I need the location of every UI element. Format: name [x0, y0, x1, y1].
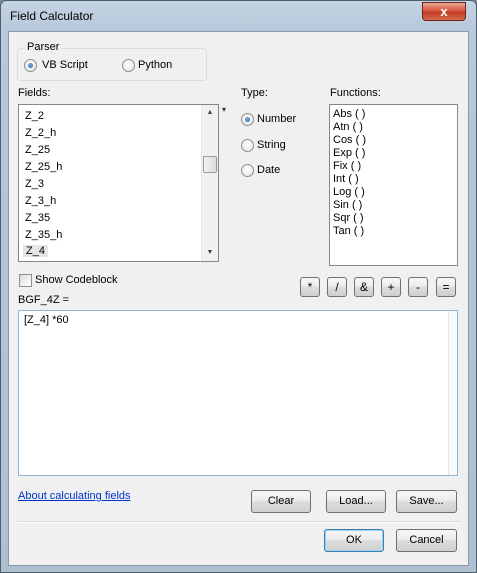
vbscript-radio[interactable]: [24, 59, 37, 72]
list-item[interactable]: Z_2_h: [25, 127, 56, 139]
python-label[interactable]: Python: [138, 59, 172, 71]
scroll-down-arrow-icon[interactable]: ▼: [202, 245, 218, 261]
type-number-radio[interactable]: [241, 113, 254, 126]
fields-label: Fields:: [18, 87, 51, 99]
list-item[interactable]: Fix ( ): [333, 160, 361, 172]
list-item[interactable]: Tan ( ): [333, 225, 364, 237]
type-string-label[interactable]: String: [257, 139, 286, 151]
scroll-thumb[interactable]: [203, 156, 217, 173]
about-calculating-link[interactable]: About calculating fields: [18, 490, 131, 502]
ampersand-operator-button[interactable]: &: [354, 277, 374, 297]
divider: [18, 521, 459, 523]
list-item[interactable]: Atn ( ): [333, 121, 363, 133]
ok-button[interactable]: OK: [324, 529, 384, 552]
show-codeblock-checkbox[interactable]: [19, 274, 32, 287]
list-item[interactable]: Abs ( ): [333, 108, 365, 120]
python-radio[interactable]: [122, 59, 135, 72]
show-codeblock-label[interactable]: Show Codeblock: [35, 274, 118, 286]
load-button[interactable]: Load...: [326, 490, 386, 513]
expression-scrollbar[interactable]: [448, 311, 457, 475]
expression-textarea[interactable]: [Z_4] *60: [18, 310, 458, 476]
minus-operator-button[interactable]: -: [408, 277, 428, 297]
type-date-radio[interactable]: [241, 164, 254, 177]
expression-value[interactable]: [Z_4] *60: [24, 314, 69, 326]
list-item[interactable]: Sqr ( ): [333, 212, 364, 224]
scroll-up-arrow-icon[interactable]: ▲: [202, 105, 218, 121]
list-item[interactable]: Int ( ): [333, 173, 359, 185]
type-number-label[interactable]: Number: [257, 113, 296, 125]
list-item[interactable]: Cos ( ): [333, 134, 366, 146]
expression-label: BGF_4Z =: [18, 294, 70, 306]
functions-list[interactable]: Abs ( ) Atn ( ) Cos ( ) Exp ( ) Fix ( ) …: [329, 104, 458, 266]
divide-operator-button[interactable]: /: [327, 277, 347, 297]
list-item[interactable]: Exp ( ): [333, 147, 365, 159]
type-string-radio[interactable]: [241, 139, 254, 152]
fields-list[interactable]: Z_2 Z_2_h Z_25 Z_25_h Z_3 Z_3_h Z_35 Z_3…: [18, 104, 219, 262]
list-item[interactable]: Z_2: [25, 110, 44, 122]
list-item[interactable]: Log ( ): [333, 186, 365, 198]
list-item[interactable]: Sin ( ): [333, 199, 362, 211]
dialog-body: Parser VB Script Python Fields: Z_2 Z_2_…: [8, 31, 469, 566]
functions-label: Functions:: [330, 87, 381, 99]
title-bar[interactable]: Field Calculator x: [1, 1, 476, 31]
equals-operator-button[interactable]: =: [436, 277, 456, 297]
window-title: Field Calculator: [10, 9, 94, 23]
type-label: Type:: [241, 87, 268, 99]
plus-operator-button[interactable]: +: [381, 277, 401, 297]
close-button[interactable]: x: [422, 2, 466, 21]
clear-button[interactable]: Clear: [251, 490, 311, 513]
list-item[interactable]: Z_35_h: [25, 229, 62, 241]
field-calculator-window: Field Calculator x Parser VB Script Pyth…: [0, 0, 477, 573]
list-item[interactable]: Z_25_h: [25, 161, 62, 173]
parser-group: Parser VB Script Python: [17, 41, 207, 81]
fields-scrollbar[interactable]: ▲ ▼: [201, 105, 218, 261]
sort-chevron-icon[interactable]: ▾: [222, 105, 226, 114]
list-item[interactable]: Z_3: [25, 178, 44, 190]
list-item-selected[interactable]: Z_4: [23, 245, 48, 257]
list-item[interactable]: Z_25: [25, 144, 50, 156]
cancel-button[interactable]: Cancel: [396, 529, 457, 552]
vbscript-label[interactable]: VB Script: [42, 59, 88, 71]
save-button[interactable]: Save...: [396, 490, 457, 513]
parser-legend: Parser: [25, 41, 62, 53]
list-item[interactable]: Z_35: [25, 212, 50, 224]
list-item[interactable]: Z_3_h: [25, 195, 56, 207]
multiply-operator-button[interactable]: *: [300, 277, 320, 297]
type-date-label[interactable]: Date: [257, 164, 280, 176]
